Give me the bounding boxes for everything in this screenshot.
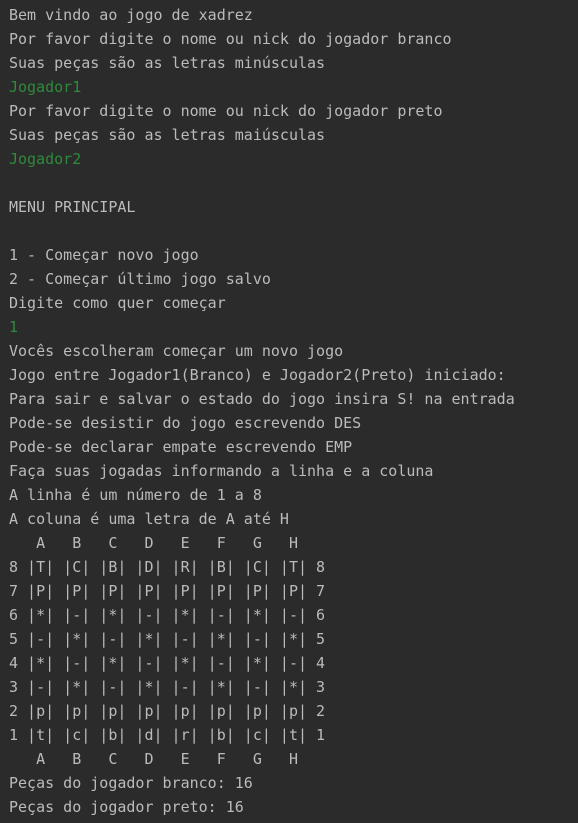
- console-line: Pode-se declarar empate escrevendo EMP: [9, 438, 353, 456]
- board-row: 1 |t| |c| |b| |d| |r| |b| |c| |t| 1: [9, 726, 326, 744]
- board-row: 6 |*| |-| |*| |-| |*| |-| |*| |-| 6: [9, 606, 326, 624]
- console-line: Faça suas jogadas informando a linha e a…: [9, 462, 434, 480]
- console-line: 2 - Começar último jogo salvo: [9, 270, 271, 288]
- board-row: 8 |T| |C| |B| |D| |R| |B| |C| |T| 8: [9, 558, 326, 576]
- console-line: A linha é um número de 1 a 8: [9, 486, 262, 504]
- console-line: Para sair e salvar o estado do jogo insi…: [9, 390, 515, 408]
- user-input-line: 1: [9, 318, 19, 336]
- board-row: 4 |*| |-| |*| |-| |*| |-| |*| |-| 4: [9, 654, 326, 672]
- console-line: Por favor digite o nome ou nick do jogad…: [9, 30, 452, 48]
- console-line: Peças do jogador branco: 16: [9, 774, 253, 792]
- console-line: Vocês escolheram começar um novo jogo: [9, 342, 344, 360]
- board-column-header: A B C D E F G H: [9, 750, 298, 768]
- user-input-line: Jogador2: [9, 150, 82, 168]
- console-line: Jogo entre Jogador1(Branco) e Jogador2(P…: [9, 366, 506, 384]
- console-line: MENU PRINCIPAL: [9, 198, 136, 216]
- console-line: A coluna é uma letra de A até H: [9, 510, 289, 528]
- board-row: 7 |P| |P| |P| |P| |P| |P| |P| |P| 7: [9, 582, 326, 600]
- console-output[interactable]: Bem vindo ao jogo de xadrez Por favor dig…: [0, 0, 578, 823]
- board-column-header: A B C D E F G H: [9, 534, 298, 552]
- board-row: 3 |-| |*| |-| |*| |-| |*| |-| |*| 3: [9, 678, 326, 696]
- console-line: Pode-se desistir do jogo escrevendo DES: [9, 414, 362, 432]
- console-line: Suas peças são as letras maiúsculas: [9, 126, 326, 144]
- console-line: Digite como quer começar: [9, 294, 226, 312]
- console-line: Peças do jogador preto: 16: [9, 798, 244, 816]
- console-line: 1 - Começar novo jogo: [9, 246, 199, 264]
- console-line: Suas peças são as letras minúsculas: [9, 54, 326, 72]
- user-input-line: Jogador1: [9, 78, 82, 96]
- board-row: 5 |-| |*| |-| |*| |-| |*| |-| |*| 5: [9, 630, 326, 648]
- console-line: Por favor digite o nome ou nick do jogad…: [9, 102, 443, 120]
- console-line: Bem vindo ao jogo de xadrez: [9, 6, 253, 24]
- board-row: 2 |p| |p| |p| |p| |p| |p| |p| |p| 2: [9, 702, 326, 720]
